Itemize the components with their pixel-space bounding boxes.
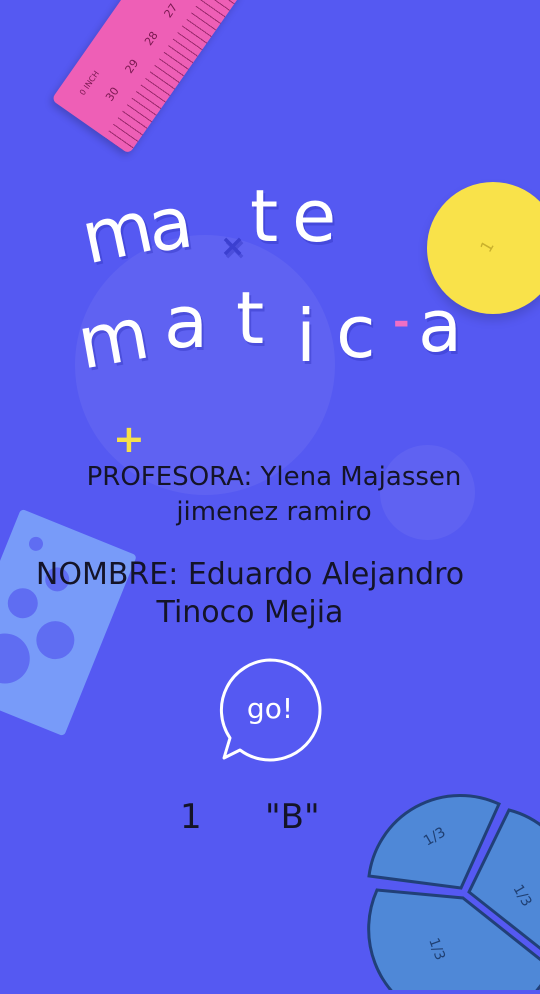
go-button[interactable]: go!	[218, 658, 322, 762]
title-letter: i	[296, 294, 317, 378]
teacher-line: PROFESORA: Ylena Majassen	[86, 462, 462, 492]
title-letter: t	[236, 276, 265, 360]
go-button-label: go!	[246, 692, 294, 725]
plus-icon: +	[113, 417, 145, 461]
ruler-ticks	[104, 0, 244, 155]
title-letter: c	[336, 290, 376, 374]
times-icon: ×	[220, 229, 246, 264]
student-info: NOMBRE: Eduardo Alejandro Tinoco Mejia	[0, 556, 500, 632]
title-letter: a	[164, 280, 209, 364]
ruler-decoration: 26 27 28 29 30 0 INCH	[51, 0, 244, 155]
title-letter: m	[71, 290, 155, 386]
title-letter: e	[292, 174, 337, 258]
student-line: NOMBRE: Eduardo Alejandro	[35, 557, 465, 592]
ruler-unit: 0 INCH	[77, 69, 102, 97]
teacher-info: PROFESORA: Ylena Majassen jimenez ramiro	[0, 460, 540, 530]
minus-icon: -	[393, 299, 410, 345]
teacher-line: jimenez ramiro	[176, 497, 372, 527]
title-letter: t	[250, 174, 279, 258]
ruler-number: 27	[161, 1, 181, 21]
ruler-number: 29	[122, 56, 142, 76]
fraction-thirds-icon: 1/3 1/3 1/3	[367, 793, 540, 994]
disk-label: 1	[476, 237, 498, 256]
stencil-hole	[26, 534, 46, 553]
fraction-circle-decoration: 1/3 1/3 1/3	[365, 790, 540, 994]
group-section: "B"	[265, 797, 320, 837]
ruler-number: 30	[103, 84, 122, 104]
title-letter: a	[142, 179, 198, 269]
grade-number: 1	[180, 797, 202, 837]
stencil-hole	[0, 625, 38, 692]
student-line: Tinoco Mejia	[156, 595, 344, 630]
title-letter: a	[418, 284, 463, 368]
ruler-number: 28	[142, 29, 161, 49]
